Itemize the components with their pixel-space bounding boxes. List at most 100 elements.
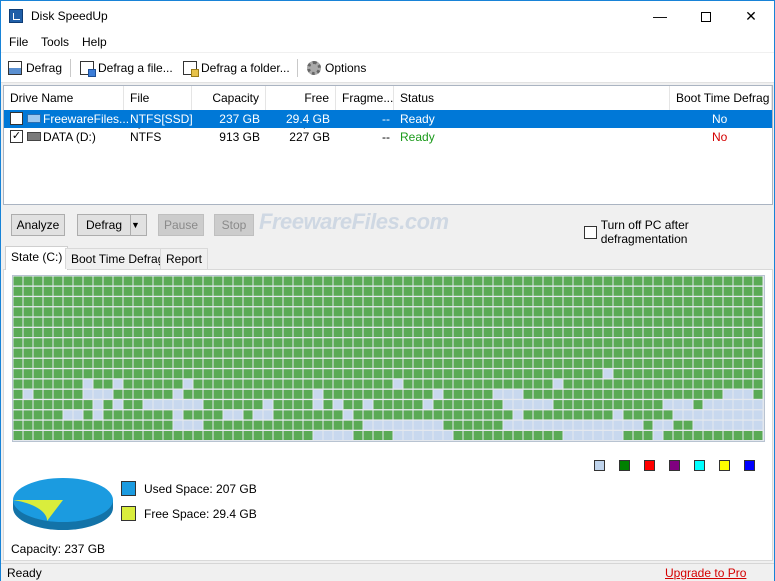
drive-row[interactable]: ✓ DATA (D:) NTFS 913 GB 227 GB -- Ready … (4, 128, 772, 146)
cluster-block (513, 358, 523, 368)
column-drive-name[interactable]: Drive Name (4, 86, 124, 110)
cluster-block (643, 358, 653, 368)
status-text: Ready (7, 566, 42, 580)
cluster-block (203, 317, 213, 327)
cluster-block (293, 369, 303, 379)
cluster-block (493, 276, 503, 286)
cluster-block (723, 317, 733, 327)
cluster-block (743, 317, 753, 327)
cluster-block (233, 420, 243, 430)
cluster-block (583, 358, 593, 368)
cluster-block (23, 420, 33, 430)
cluster-block (503, 307, 513, 317)
cluster-block (443, 276, 453, 286)
column-free-space[interactable]: Free Space (266, 86, 336, 129)
cluster-block (123, 338, 133, 348)
cluster-block (363, 328, 373, 337)
column-file-system[interactable]: File System (124, 86, 192, 129)
column-status[interactable]: Status (394, 86, 670, 110)
cluster-block (83, 286, 93, 296)
column-capacity[interactable]: Capacity (192, 86, 266, 110)
cluster-block (483, 389, 493, 399)
watermark-logo: FreewareFiles.com (259, 209, 449, 234)
cluster-block (743, 328, 753, 337)
menu-tools[interactable]: Tools (41, 35, 69, 49)
drive-checkbox[interactable]: ✓ (10, 130, 23, 143)
upgrade-link[interactable]: Upgrade to Pro (665, 566, 746, 580)
tab-report[interactable]: Report (160, 248, 209, 269)
cluster-block (563, 297, 573, 307)
cluster-block (23, 389, 33, 399)
cluster-block (593, 297, 603, 307)
menu-help[interactable]: Help (82, 35, 107, 49)
shutdown-checkbox[interactable] (584, 225, 597, 239)
cluster-block (123, 297, 133, 307)
cluster-block (93, 297, 103, 307)
tab-state[interactable]: State (C:) (5, 246, 69, 270)
cluster-block (563, 317, 573, 327)
defrag-file-button[interactable]: Defrag a file... (78, 57, 175, 79)
cluster-block (373, 338, 383, 348)
cluster-block (53, 348, 63, 358)
cluster-block (273, 338, 283, 348)
drive-checkbox[interactable] (10, 112, 23, 125)
chevron-down-icon[interactable]: ▼ (130, 215, 146, 235)
cluster-block (713, 348, 723, 358)
cluster-block (393, 358, 403, 368)
stop-button[interactable]: Stop (214, 214, 254, 236)
cluster-block (713, 389, 723, 399)
cluster-block (493, 369, 503, 379)
cluster-block (283, 358, 293, 368)
cluster-block (73, 328, 83, 337)
cluster-block (143, 389, 153, 399)
tab-boot-time-defrag[interactable]: Boot Time Defrag (65, 248, 171, 269)
cluster-block (603, 276, 613, 286)
analyze-button[interactable]: Analyze (11, 214, 65, 236)
legend-swatch-mft (744, 460, 755, 471)
cluster-block (563, 307, 573, 317)
cluster-block (73, 307, 83, 317)
column-fragmentation[interactable]: Fragme... (336, 86, 394, 110)
cluster-block (573, 286, 583, 296)
cluster-block (423, 410, 433, 420)
defrag-folder-button[interactable]: Defrag a folder... (181, 57, 292, 79)
drive-boot-defrag: No (712, 112, 728, 126)
cluster-block (493, 338, 503, 348)
options-button[interactable]: Options (305, 57, 368, 79)
cluster-block (223, 358, 233, 368)
cluster-block (253, 328, 263, 337)
cluster-block (133, 276, 143, 286)
cluster-block (723, 431, 733, 440)
cluster-block (293, 317, 303, 327)
shutdown-option[interactable]: Turn off PC after defragmentation (584, 218, 774, 246)
cluster-block (493, 431, 503, 440)
drive-row[interactable]: FreewareFiles... NTFS[SSD] 237 GB 29.4 G… (4, 110, 772, 128)
pause-button[interactable]: Pause (158, 214, 204, 236)
cluster-block (523, 328, 533, 337)
cluster-block (663, 389, 673, 399)
cluster-block (293, 286, 303, 296)
cluster-block (303, 317, 313, 327)
cluster-block (703, 276, 713, 286)
menu-file[interactable]: File (9, 35, 28, 49)
cluster-block (513, 276, 523, 286)
cluster-block (293, 431, 303, 440)
close-button[interactable]: ✕ (728, 1, 774, 31)
cluster-block (173, 400, 183, 410)
cluster-block (453, 328, 463, 337)
cluster-block (473, 431, 483, 440)
cluster-block (743, 431, 753, 440)
defrag-toolbar-button[interactable]: Defrag (6, 57, 64, 79)
drive-file-system: NTFS[SSD] (130, 112, 193, 126)
cluster-block (583, 297, 593, 307)
cluster-block (543, 317, 553, 327)
maximize-button[interactable] (683, 1, 729, 31)
cluster-block (253, 400, 263, 410)
defrag-split-button[interactable]: Defrag ▼ (77, 214, 147, 236)
cluster-block (743, 358, 753, 368)
cluster-block (253, 358, 263, 368)
minimize-button[interactable]: — (637, 1, 683, 31)
column-boot-time-defrag[interactable]: Boot Time Defrag (670, 86, 772, 110)
cluster-block (633, 276, 643, 286)
cluster-block (13, 400, 23, 410)
